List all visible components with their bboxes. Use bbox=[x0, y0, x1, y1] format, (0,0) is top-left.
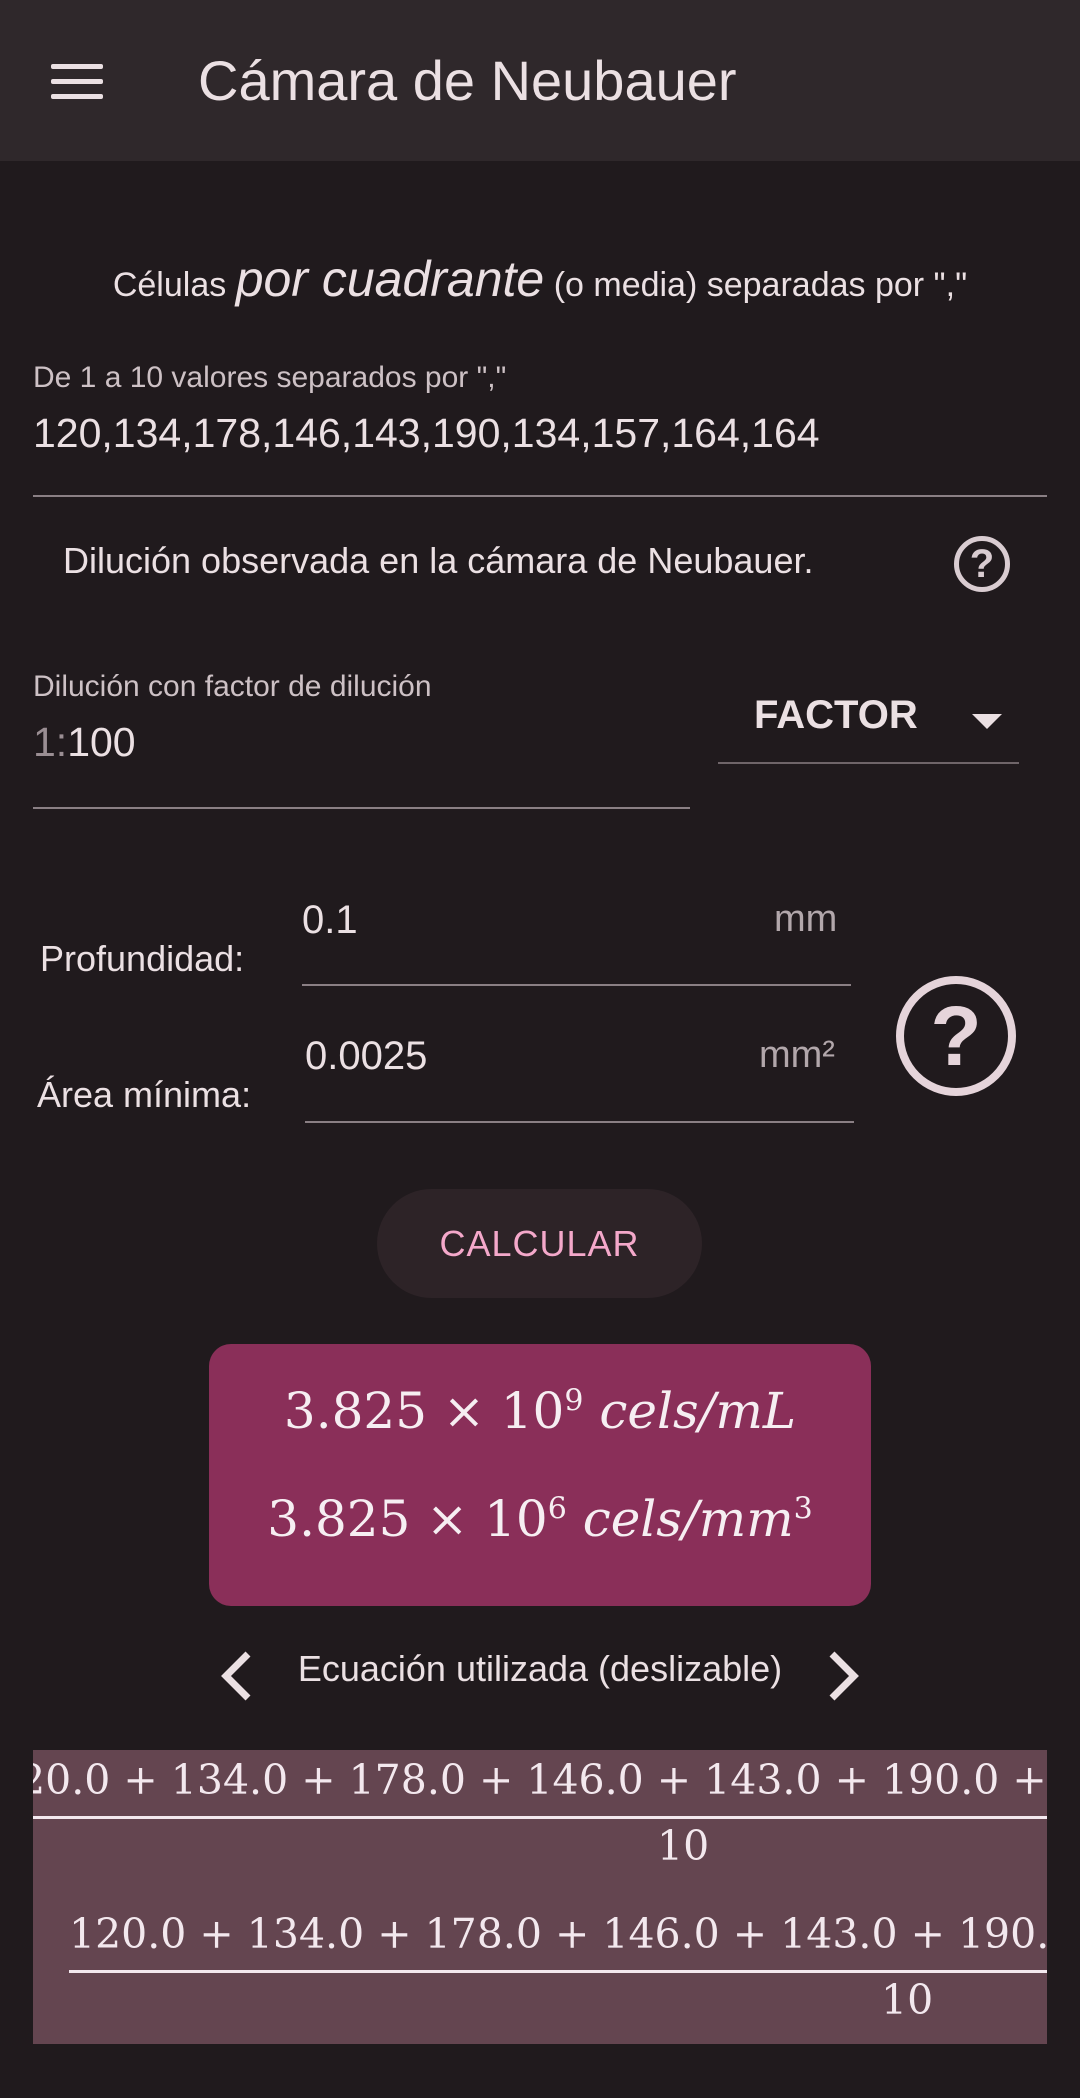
area-label: Área mínima: bbox=[37, 1074, 252, 1115]
dilution-input-label: Dilución con factor de dilución bbox=[33, 670, 432, 703]
result-exponent: 9 bbox=[564, 1383, 584, 1419]
cells-input[interactable]: 120,134,178,146,143,190,134,157,164,164 bbox=[33, 410, 820, 457]
result-unit: cels/mm bbox=[582, 1490, 794, 1548]
dilution-value: 100 bbox=[67, 719, 136, 765]
chevron-down-icon[interactable] bbox=[972, 714, 1002, 729]
dilution-prefix: 1: bbox=[33, 719, 68, 765]
area-underline bbox=[305, 1121, 854, 1123]
result-mantissa: 3.825 bbox=[267, 1490, 411, 1548]
dilution-info-text: Dilución observada en la cámara de Neuba… bbox=[63, 540, 814, 581]
equation-panel[interactable]: 120.0 + 134.0 + 178.0 + 146.0 + 143.0 + … bbox=[33, 1750, 1047, 2044]
dilution-input[interactable]: 1:100 bbox=[33, 719, 136, 766]
depth-underline bbox=[302, 984, 851, 986]
help-circle-icon[interactable]: ? bbox=[954, 536, 1010, 592]
cells-heading-prefix: Células bbox=[112, 266, 227, 304]
calculate-button[interactable]: CALCULAR bbox=[377, 1189, 702, 1298]
equation-row1-denominator: 10 bbox=[657, 1822, 710, 1870]
menu-icon[interactable] bbox=[51, 64, 103, 100]
cells-heading-suffix: (o media) separadas por "," bbox=[553, 266, 968, 304]
app-bar: Cámara de Neubauer bbox=[0, 0, 1080, 161]
equation-row1-numerator: 120.0 + 134.0 + 178.0 + 146.0 + 143.0 + … bbox=[33, 1756, 1047, 1804]
area-unit: mm² bbox=[759, 1034, 835, 1076]
cells-input-underline bbox=[33, 495, 1047, 497]
equation-row2-denominator: 10 bbox=[881, 1976, 934, 2024]
depth-unit: mm bbox=[774, 898, 838, 940]
cells-input-label: De 1 a 10 valores separados por "," bbox=[33, 361, 507, 394]
page-title: Cámara de Neubauer bbox=[198, 49, 737, 112]
depth-label: Profundidad: bbox=[40, 938, 245, 979]
dilution-select-underline bbox=[718, 762, 1019, 764]
result-per-mm3: 3.825 × 106 cels/mm3 bbox=[267, 1490, 813, 1548]
help-circle-icon[interactable]: ? bbox=[896, 976, 1016, 1096]
equation-row2-numerator: 120.0 + 134.0 + 178.0 + 146.0 + 143.0 + … bbox=[69, 1910, 1047, 1958]
result-per-ml: 3.825 × 109 cels/mL bbox=[283, 1382, 797, 1440]
result-unit-exponent: 3 bbox=[793, 1491, 813, 1527]
result-unit: cels/mL bbox=[599, 1382, 797, 1440]
area-input[interactable]: 0.0025 bbox=[305, 1034, 427, 1079]
equation-nav-label: Ecuación utilizada (deslizable) bbox=[297, 1648, 783, 1689]
result-mantissa: 3.825 bbox=[283, 1382, 428, 1440]
equation-row1-fraction-bar bbox=[33, 1816, 1047, 1819]
depth-input[interactable]: 0.1 bbox=[302, 898, 358, 943]
chevron-right-icon[interactable] bbox=[824, 1650, 864, 1702]
result-exponent: 6 bbox=[547, 1491, 567, 1527]
dilution-type-select[interactable]: FACTOR bbox=[754, 693, 918, 738]
result-box: 3.825 × 109 cels/mL 3.825 × 106 cels/mm3 bbox=[209, 1344, 871, 1606]
cells-heading-emphasis: por cuadrante bbox=[235, 251, 545, 307]
cells-heading: Células por cuadrante (o media) separada… bbox=[0, 250, 1080, 308]
dilution-input-underline bbox=[33, 807, 690, 809]
equation-row2-fraction-bar bbox=[69, 1970, 1047, 1973]
